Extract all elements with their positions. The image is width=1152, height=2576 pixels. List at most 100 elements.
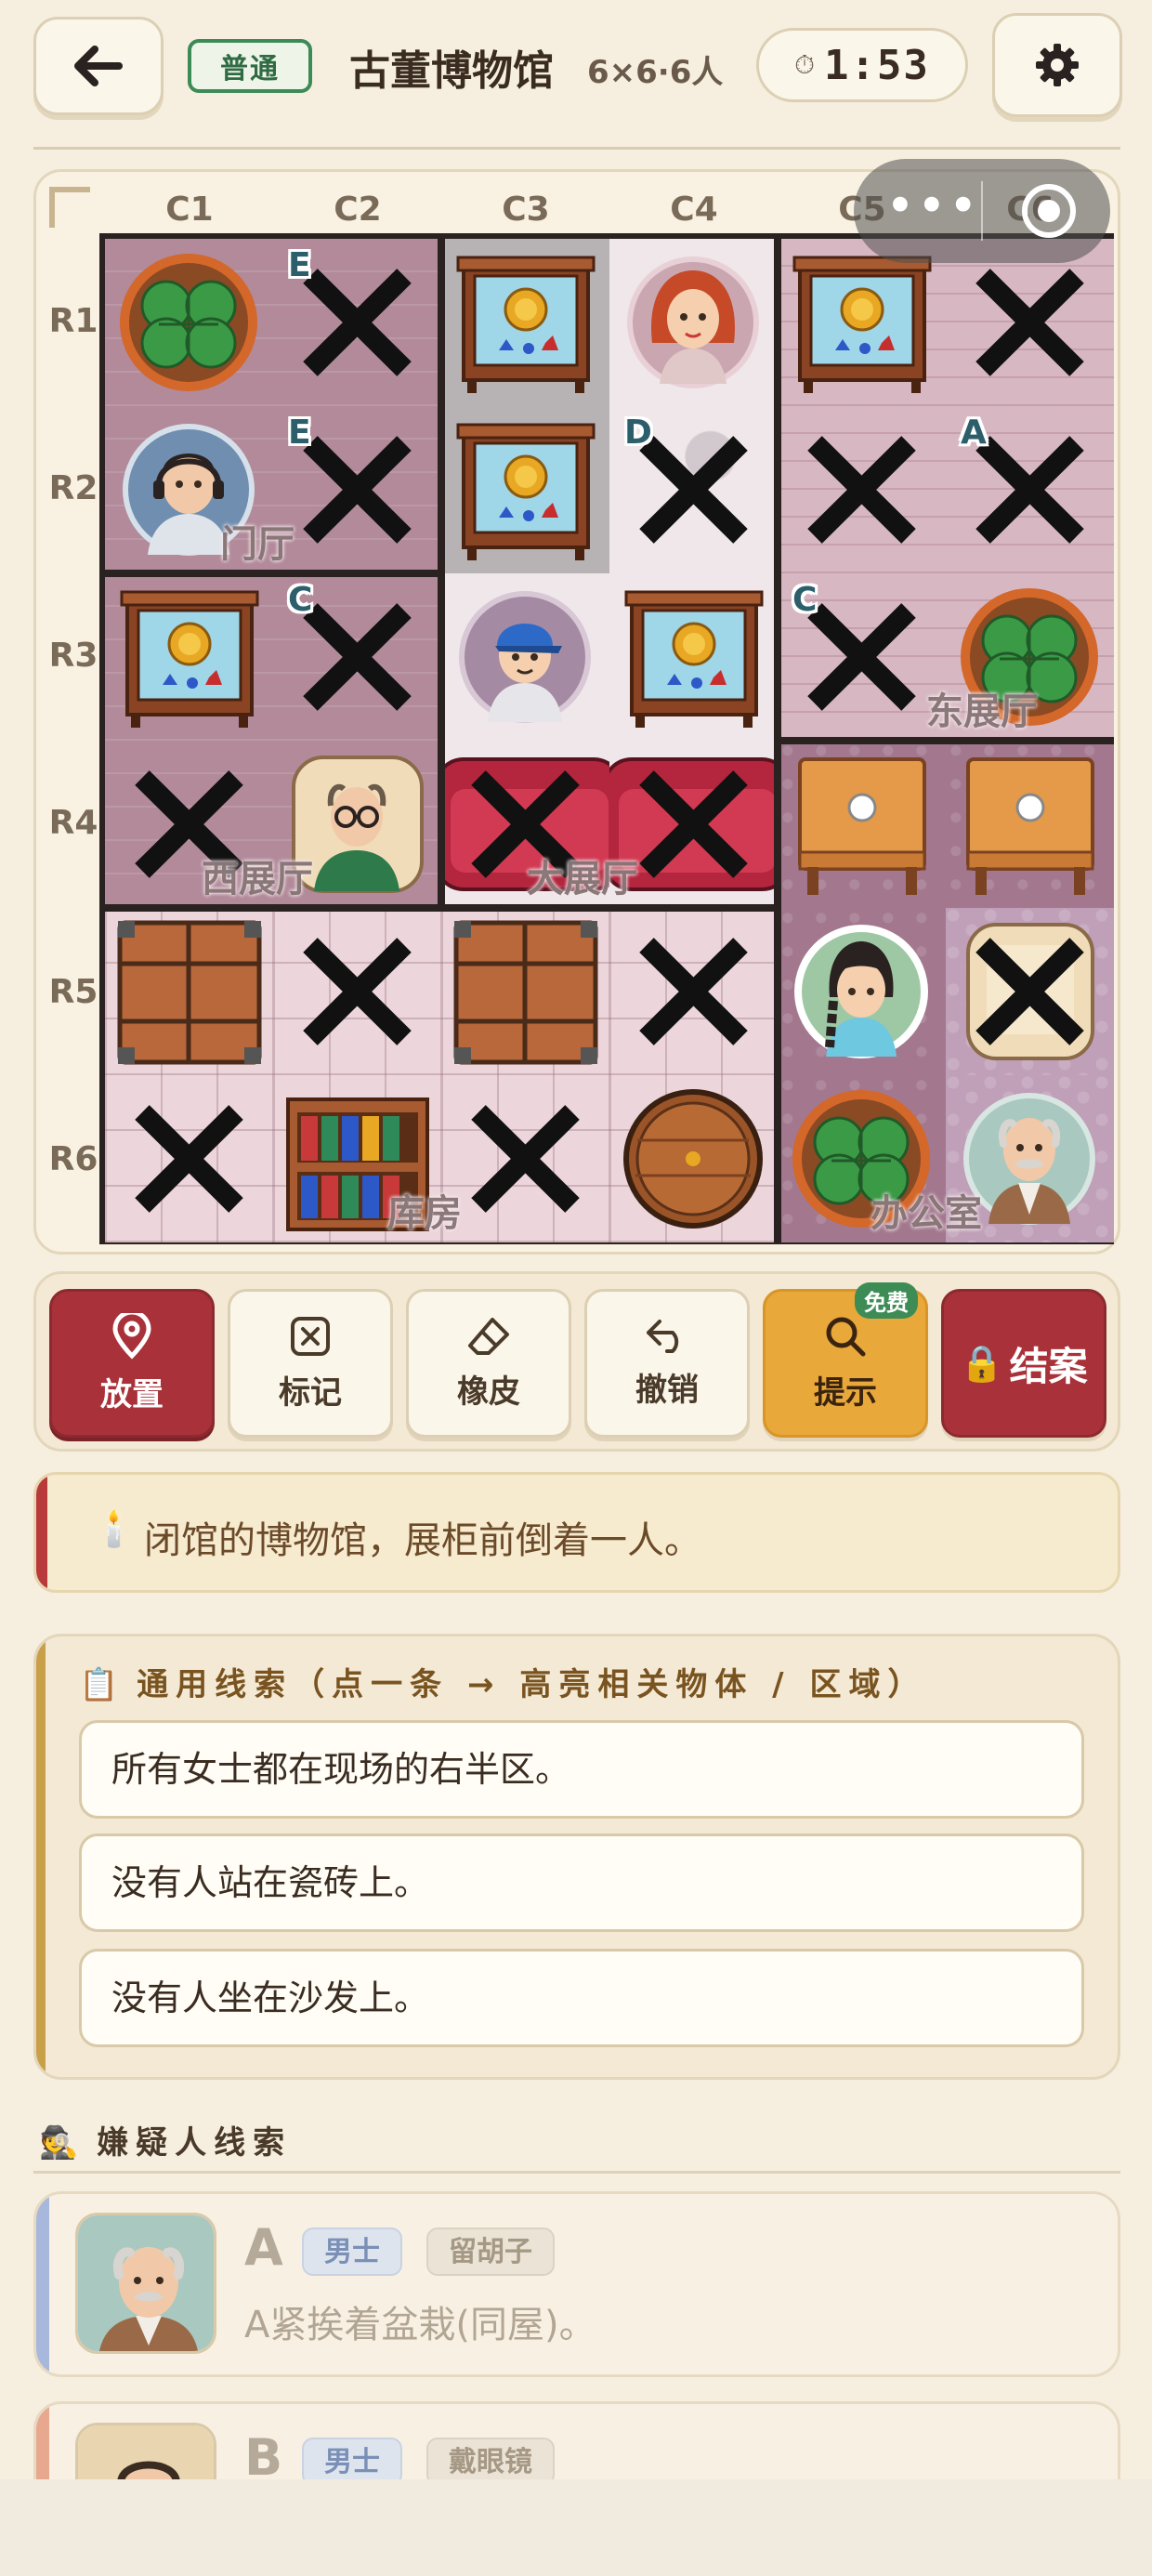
suspect-clue-text: A紧挨着盆栽(同屋)。 bbox=[244, 2304, 596, 2346]
suspect-card-a[interactable]: A 男士 留胡子 A紧挨着盆栽(同屋)。 bbox=[33, 2191, 1120, 2377]
puzzle-board: C1 C2 C3 C4 C5 C6 R1 R2 R3 R4 R5 R6 EEDA… bbox=[33, 159, 1120, 1255]
room-label-lobby: 门厅 bbox=[220, 523, 295, 566]
settings-button[interactable] bbox=[992, 13, 1122, 117]
suspect-stripe bbox=[36, 2194, 49, 2374]
cell-r4c5[interactable] bbox=[778, 741, 946, 908]
cell-r1c6[interactable] bbox=[946, 239, 1114, 406]
hint-button[interactable]: 免费 提示 bbox=[763, 1282, 928, 1438]
cell-r5c2[interactable] bbox=[273, 908, 441, 1075]
clue-item[interactable]: 没有人站在瓷砖上。 bbox=[79, 1833, 1084, 1932]
undo-button[interactable]: 撤销 bbox=[584, 1289, 750, 1438]
eraser-button[interactable]: 橡皮 bbox=[406, 1289, 571, 1438]
board-grid: E E D A C C 门厅 东展厅 西展厅 大展厅 库房 办公室 bbox=[99, 233, 1114, 1244]
cell-r3c2[interactable]: C bbox=[273, 573, 441, 741]
row-label-r5: R5 bbox=[48, 973, 98, 1011]
eraser-icon bbox=[468, 1317, 509, 1355]
cabinet-icon bbox=[105, 573, 273, 741]
cell-letter: E bbox=[288, 414, 311, 452]
clue-item[interactable]: 所有女士都在现场的右半区。 bbox=[79, 1720, 1084, 1819]
action-toolbar: 放置 标记 橡皮 撤销 免费 提示 🔒 结案 bbox=[33, 1271, 1120, 1452]
row-label-r6: R6 bbox=[48, 1140, 98, 1178]
cell-letter: C bbox=[288, 581, 313, 619]
suspect-letter: A bbox=[244, 2218, 283, 2277]
general-clues-title-text: 通用线索（点一条 → 高亮相关物体 / 区域） bbox=[137, 1666, 927, 1703]
cabinet-icon bbox=[441, 239, 609, 406]
detective-icon: 🕵️ bbox=[39, 2124, 79, 2162]
cell-r5c3[interactable] bbox=[441, 908, 609, 1075]
cell-r4c6[interactable] bbox=[946, 741, 1114, 908]
cell-r5c4[interactable] bbox=[609, 908, 778, 1075]
gear-icon bbox=[1036, 44, 1079, 86]
table-icon bbox=[778, 741, 946, 908]
cell-r1c2[interactable]: E bbox=[273, 239, 441, 406]
room-wall bbox=[438, 239, 445, 573]
room-wall bbox=[774, 239, 781, 908]
hint-label: 提示 bbox=[814, 1373, 877, 1412]
cell-r6c1[interactable] bbox=[105, 1075, 273, 1242]
room-wall bbox=[105, 570, 441, 577]
cell-letter: D bbox=[624, 414, 652, 452]
trait-tag: 留胡子 bbox=[426, 2228, 555, 2276]
solve-label: 结案 bbox=[1009, 1343, 1088, 1389]
mini-program-capsule: ••• bbox=[854, 159, 1110, 263]
cell-r2c3[interactable] bbox=[441, 406, 609, 573]
location-pin-icon bbox=[112, 1312, 151, 1360]
barrel-icon bbox=[609, 1075, 778, 1242]
mark-button[interactable]: 标记 bbox=[228, 1289, 393, 1438]
gender-tag: 男士 bbox=[302, 2228, 402, 2276]
col-label-c3: C3 bbox=[502, 191, 550, 229]
clue-item[interactable]: 没有人坐在沙发上。 bbox=[79, 1949, 1084, 2047]
suspect-clues-title-text: 嫌疑人线索 bbox=[97, 2124, 293, 2162]
table-icon bbox=[946, 741, 1114, 908]
cell-r5c1[interactable] bbox=[105, 908, 273, 1075]
timer-value: 1:53 bbox=[823, 41, 930, 89]
crate-icon bbox=[105, 908, 273, 1075]
lock-icon: 🔒 bbox=[960, 1342, 1004, 1384]
cell-letter: E bbox=[288, 246, 311, 284]
place-button[interactable]: 放置 bbox=[49, 1289, 215, 1438]
cell-r3c5[interactable]: C bbox=[778, 573, 946, 741]
more-dots-icon[interactable]: ••• bbox=[885, 181, 980, 231]
solve-case-button[interactable]: 🔒 结案 bbox=[941, 1289, 1106, 1438]
cell-r2c6[interactable]: A bbox=[946, 406, 1114, 573]
suspect-portrait-old-man bbox=[75, 2213, 216, 2354]
woman-red-hair-icon bbox=[609, 239, 778, 406]
col-label-c2: C2 bbox=[334, 191, 382, 229]
general-clues-title: 📋 通用线索（点一条 → 高亮相关物体 / 区域） bbox=[79, 1659, 926, 1704]
cell-r3c4[interactable] bbox=[609, 573, 778, 741]
cell-r3c1[interactable] bbox=[105, 573, 273, 741]
plant-icon bbox=[105, 239, 273, 406]
capsule-separator bbox=[981, 181, 983, 241]
undo-arrow-icon bbox=[647, 1319, 679, 1353]
close-target-icon[interactable] bbox=[1019, 181, 1079, 241]
cell-r2c5[interactable] bbox=[778, 406, 946, 573]
cell-r1c3[interactable] bbox=[441, 239, 609, 406]
boy-blue-cap-icon bbox=[441, 573, 609, 741]
room-label-east-hall: 东展厅 bbox=[926, 690, 1038, 733]
room-label-office: 办公室 bbox=[871, 1192, 982, 1235]
mark-label: 标记 bbox=[279, 1373, 342, 1412]
page-title: 古董博物馆 bbox=[349, 47, 554, 95]
cell-r5c6[interactable] bbox=[946, 908, 1114, 1075]
col-label-c1: C1 bbox=[165, 191, 214, 229]
cell-r6c4[interactable] bbox=[609, 1075, 778, 1242]
cell-r1c5[interactable] bbox=[778, 239, 946, 406]
cell-r2c2[interactable]: E bbox=[273, 406, 441, 573]
back-button[interactable] bbox=[33, 17, 164, 115]
cell-r3c3[interactable] bbox=[441, 573, 609, 741]
magnifier-icon bbox=[826, 1317, 866, 1356]
cell-r1c1[interactable] bbox=[105, 239, 273, 406]
cell-r2c4[interactable]: D bbox=[609, 406, 778, 573]
free-badge: 免费 bbox=[855, 1282, 918, 1319]
cell-r5c5[interactable] bbox=[778, 908, 946, 1075]
room-wall bbox=[438, 573, 445, 908]
difficulty-badge: 普通 bbox=[188, 39, 312, 93]
suspect-letter: B bbox=[244, 2428, 283, 2487]
cell-r6c3[interactable] bbox=[441, 1075, 609, 1242]
x-box-icon bbox=[291, 1316, 330, 1356]
undo-label: 撤销 bbox=[635, 1371, 699, 1409]
room-label-storage: 库房 bbox=[387, 1192, 462, 1235]
cell-r1c4[interactable] bbox=[609, 239, 778, 406]
timer: ⏱ 1:53 bbox=[756, 28, 968, 102]
top-bar: 普通 古董博物馆 6×6·6人 ⏱ 1:53 bbox=[0, 0, 1152, 139]
